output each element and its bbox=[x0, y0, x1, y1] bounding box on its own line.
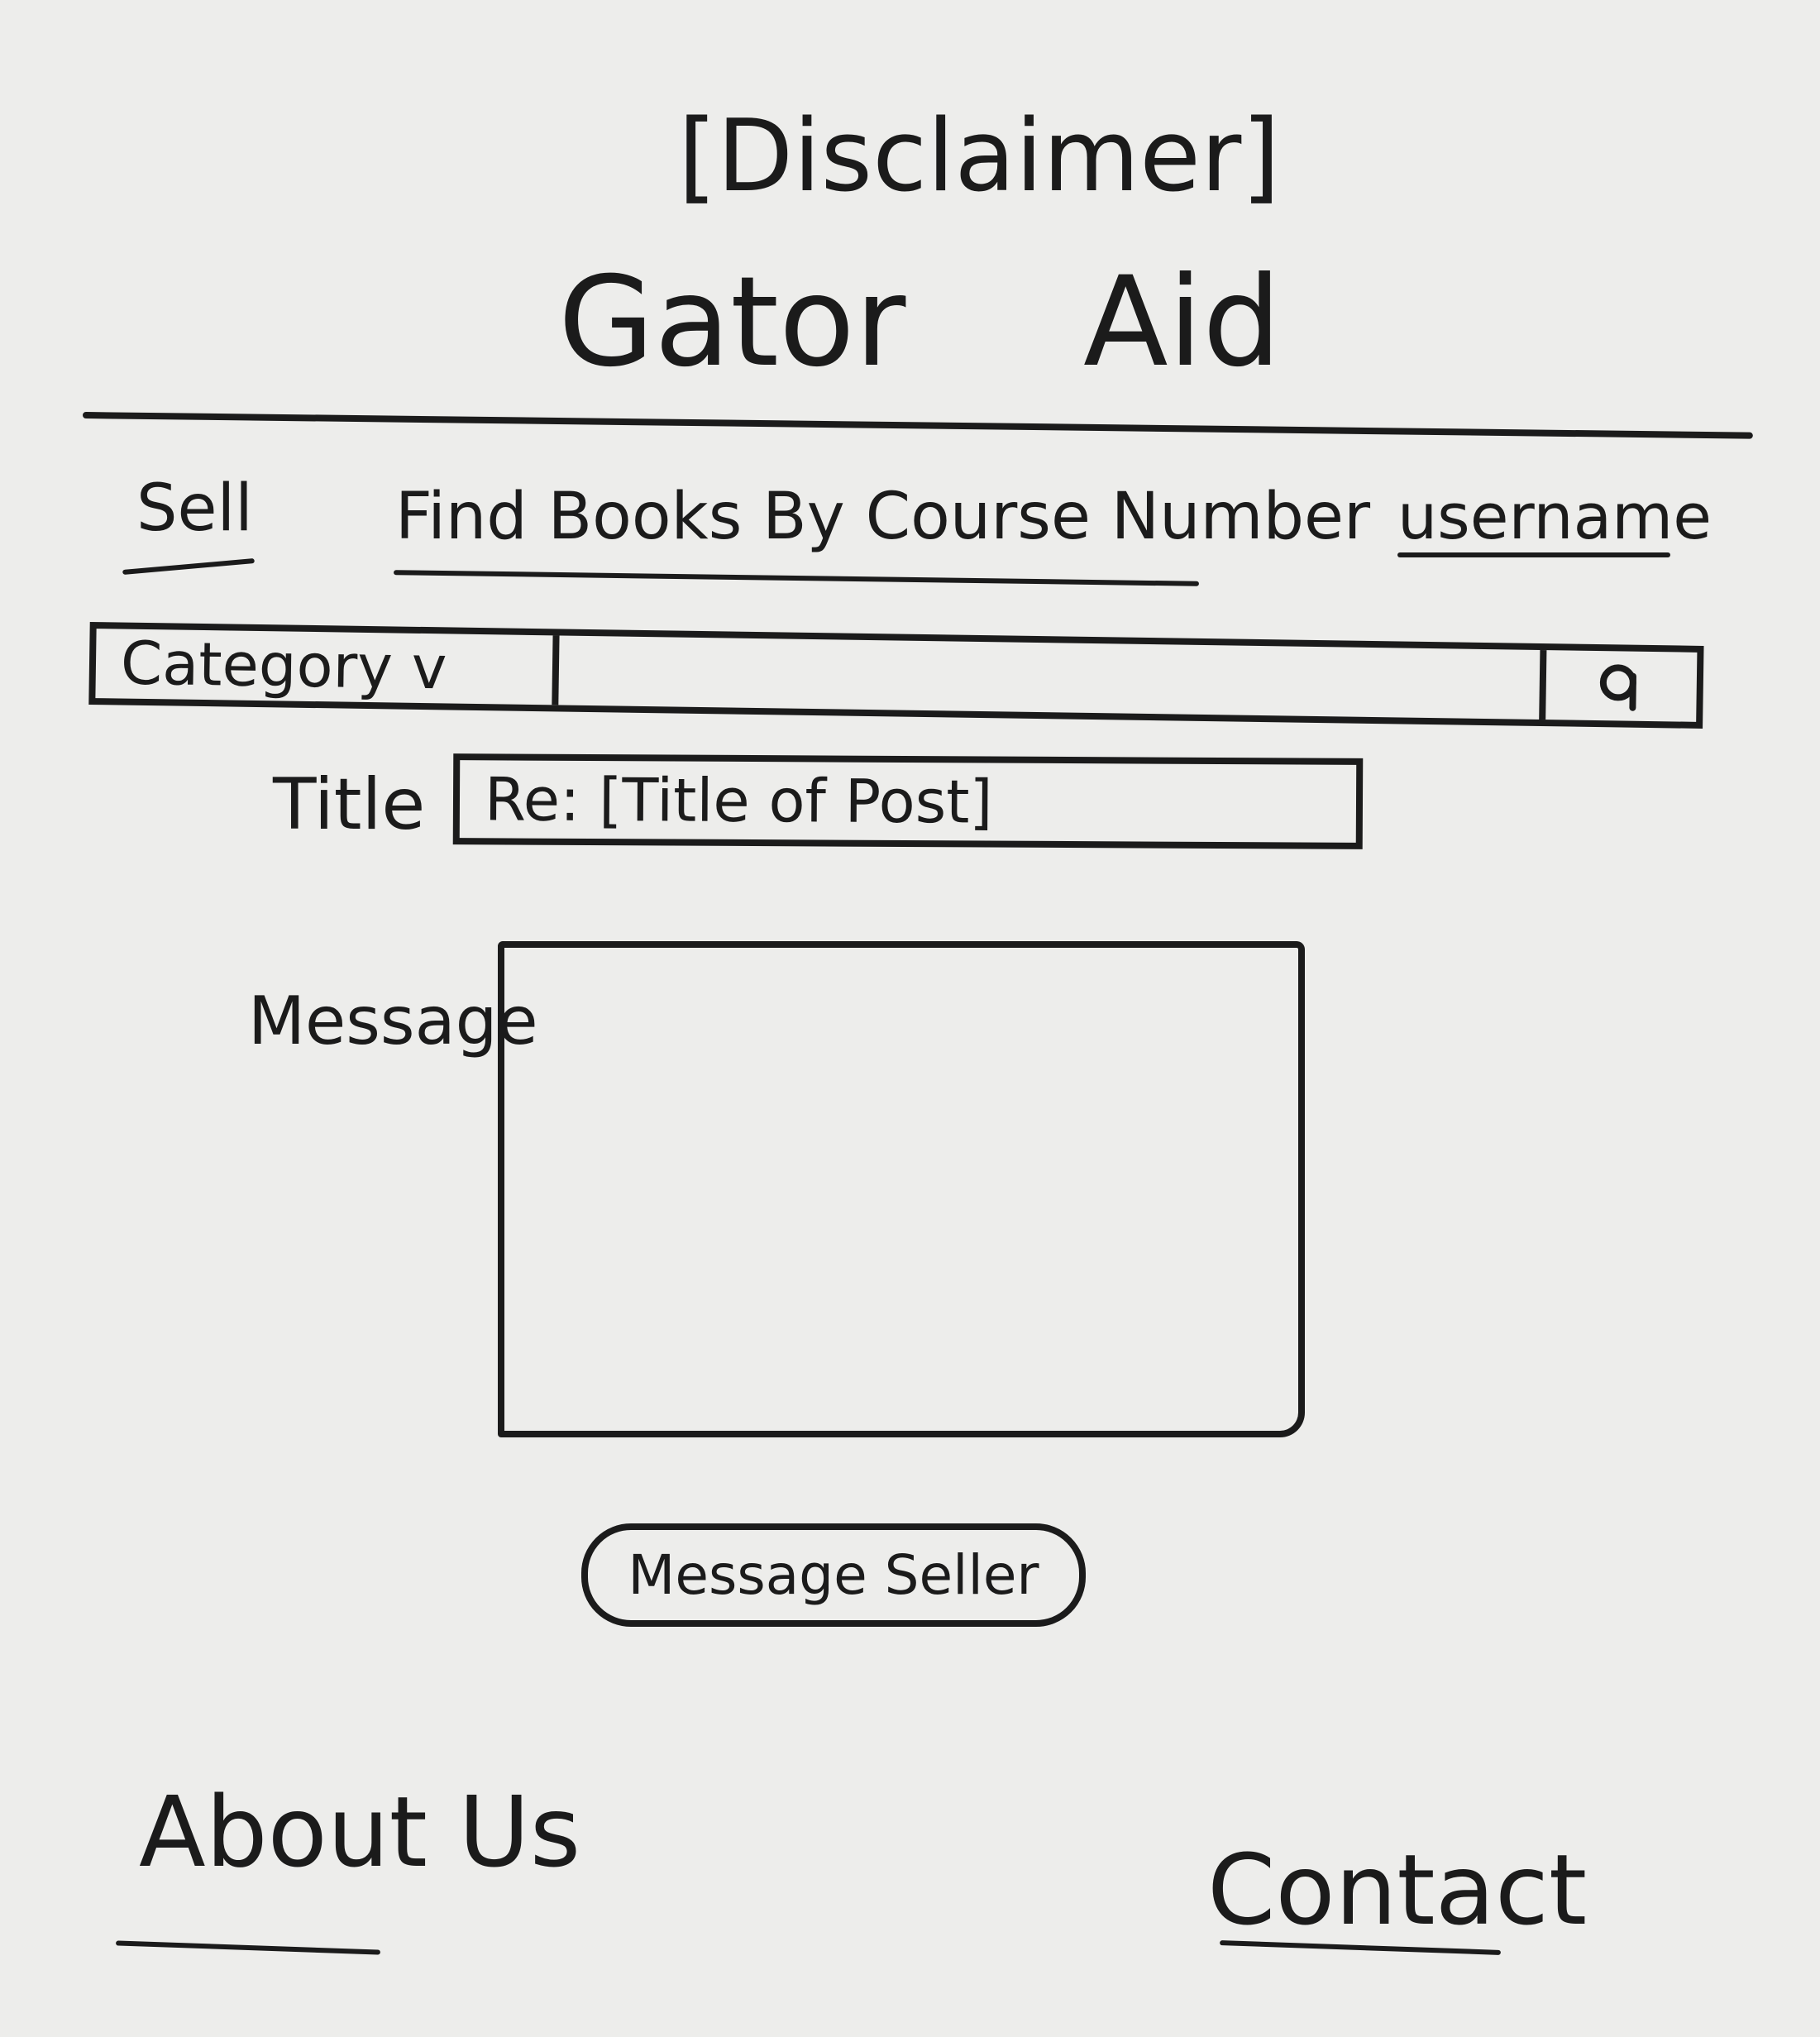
nav-link-username[interactable]: username bbox=[1397, 471, 1712, 562]
title-label: Title bbox=[273, 763, 426, 846]
search-input[interactable] bbox=[558, 635, 1541, 720]
nav-find-underline bbox=[394, 570, 1199, 586]
nav-link-sell[interactable]: Sell bbox=[136, 463, 253, 554]
disclaimer-text: [Disclaimer] bbox=[678, 99, 1281, 214]
message-textarea[interactable] bbox=[498, 941, 1305, 1437]
header-divider bbox=[82, 412, 1753, 439]
search-bar: Category v bbox=[88, 622, 1704, 729]
nav-link-find-books[interactable]: Find Books By Course Number bbox=[395, 471, 1370, 562]
nav-sell-underline bbox=[122, 558, 255, 575]
search-button[interactable] bbox=[1539, 650, 1698, 722]
search-icon bbox=[1599, 664, 1636, 711]
category-dropdown[interactable]: Category v bbox=[95, 629, 560, 705]
brand-title-first: Gator bbox=[558, 251, 906, 394]
brand-title-second: Aid bbox=[1083, 251, 1282, 394]
nav-username-underline bbox=[1397, 552, 1670, 557]
footer-link-contact[interactable]: Contact bbox=[1207, 1828, 1587, 1952]
footer-link-about-us[interactable]: About Us bbox=[139, 1770, 580, 1894]
title-field[interactable]: Re: [Title of Post] bbox=[452, 753, 1364, 849]
message-seller-button[interactable]: Message Seller bbox=[581, 1523, 1086, 1627]
message-label: Message bbox=[248, 983, 538, 1059]
about-underline bbox=[115, 1940, 381, 1955]
